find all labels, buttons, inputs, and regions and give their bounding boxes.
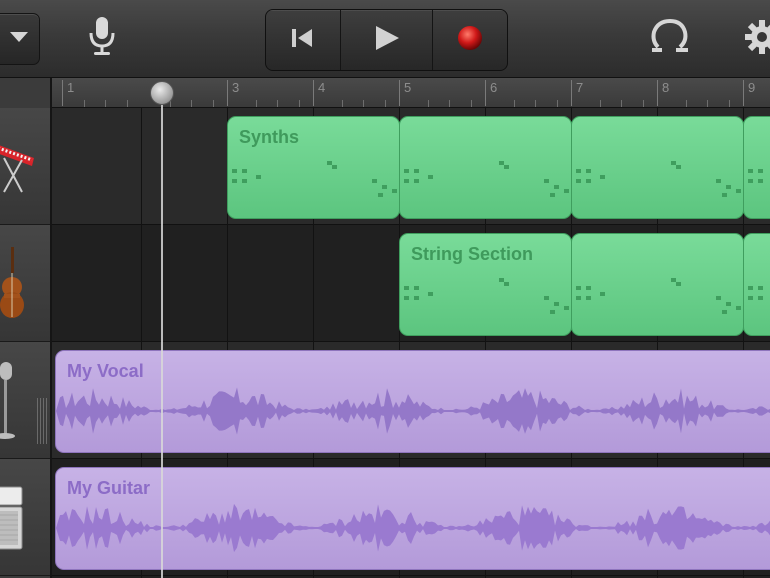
violin-icon: [0, 243, 28, 328]
track-header-guitar[interactable]: [0, 459, 50, 576]
rewind-button[interactable]: [266, 10, 341, 70]
region-label: String Section: [411, 244, 534, 264]
audio-waveform: [56, 387, 770, 435]
transport-controls: [265, 9, 508, 71]
bar-number: 7: [571, 80, 583, 106]
bar-number: 1: [62, 80, 74, 106]
skip-to-start-icon: [290, 27, 316, 54]
chevron-down-icon: [8, 30, 30, 49]
playhead-handle[interactable]: [150, 81, 174, 105]
region-label: Synths: [239, 127, 300, 147]
region-string-section-loop[interactable]: [571, 233, 744, 336]
gear-icon: [743, 18, 770, 61]
play-button[interactable]: [341, 10, 433, 70]
bar-number: 6: [485, 80, 497, 106]
menu-button[interactable]: [0, 13, 40, 65]
microphone-button[interactable]: [82, 14, 122, 62]
microphone-icon: [87, 15, 117, 62]
control-bar: [0, 0, 770, 78]
tracks-area[interactable]: Synths String Section My Vocal My Guitar: [52, 108, 770, 578]
track-headers: [0, 78, 52, 578]
record-icon: [457, 25, 483, 56]
guitar-amp-icon: [0, 483, 26, 558]
bar-number: 5: [399, 80, 411, 106]
play-icon: [373, 24, 401, 57]
bar-number: 9: [743, 80, 755, 106]
region-synths-loop[interactable]: [399, 116, 572, 219]
region-string-section-loop[interactable]: [743, 233, 770, 336]
region-string-section[interactable]: String Section: [399, 233, 572, 336]
audio-waveform: [56, 503, 770, 553]
settings-button[interactable]: [742, 16, 770, 62]
keyboard-synth-icon: [0, 130, 40, 205]
record-button[interactable]: [433, 10, 507, 70]
bar-number: 3: [227, 80, 239, 106]
resize-handle[interactable]: [37, 398, 47, 444]
region-synths-loop[interactable]: [571, 116, 744, 219]
track-header-strings[interactable]: [0, 225, 50, 342]
region-synths-loop[interactable]: [743, 116, 770, 219]
playhead[interactable]: [161, 92, 163, 578]
region-synths[interactable]: Synths: [227, 116, 400, 219]
microphone-stand-icon: [0, 360, 20, 445]
bar-number: 4: [313, 80, 325, 106]
track-header-synths[interactable]: [0, 108, 50, 225]
loop-browser-icon: [648, 17, 692, 62]
loop-browser-button[interactable]: [645, 16, 695, 62]
bar-number: 8: [657, 80, 669, 106]
